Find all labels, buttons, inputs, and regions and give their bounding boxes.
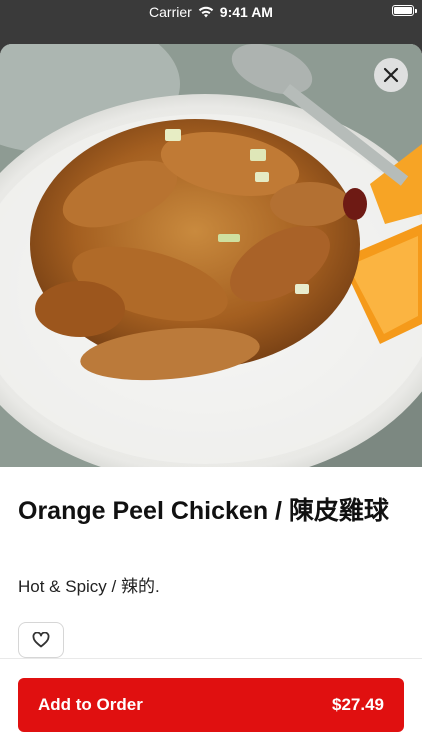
food-photo: [0, 44, 422, 467]
divider: [0, 658, 422, 659]
heart-icon: [32, 632, 50, 648]
wifi-icon: [198, 6, 213, 18]
clock: 9:41 AM: [219, 4, 273, 20]
add-to-order-button[interactable]: Add to Order $27.49: [18, 678, 404, 732]
close-button[interactable]: [374, 58, 408, 92]
item-detail-sheet: Orange Peel Chicken / 陳皮雞球 Hot & Spicy /…: [0, 44, 422, 750]
close-icon: [383, 67, 399, 83]
item-description: Hot & Spicy / 辣的.: [18, 577, 160, 596]
carrier-label: Carrier: [149, 4, 192, 20]
favorite-button[interactable]: [18, 622, 64, 658]
status-bar: Carrier 9:41 AM: [0, 0, 422, 24]
price-label: $27.49: [332, 695, 384, 714]
battery-icon: [392, 5, 417, 16]
add-to-order-label: Add to Order: [38, 695, 143, 714]
item-name: Orange Peel Chicken / 陳皮雞球: [18, 497, 389, 525]
